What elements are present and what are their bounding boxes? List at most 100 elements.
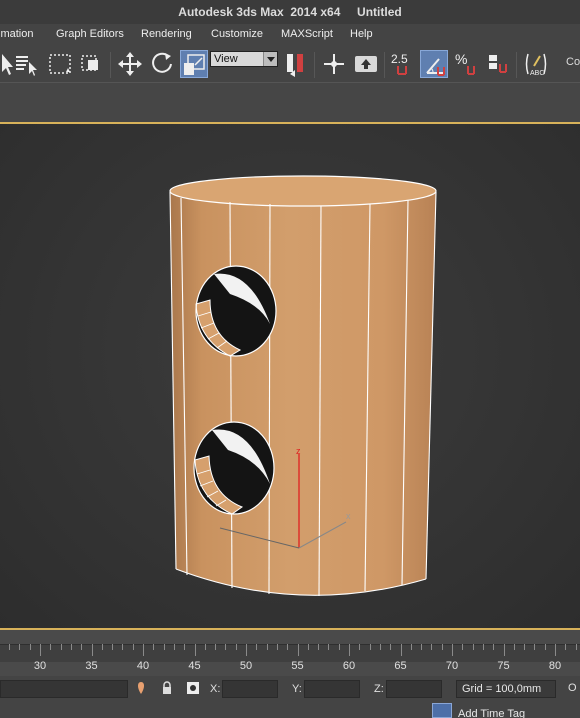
timeline-tick bbox=[390, 644, 392, 650]
time-tag-icon[interactable] bbox=[432, 703, 452, 718]
reference-coordinate-value: View bbox=[214, 53, 238, 65]
select-by-name-icon[interactable] bbox=[14, 50, 42, 78]
rectangular-selection-icon[interactable] bbox=[46, 50, 74, 78]
timeline-tick bbox=[184, 644, 186, 650]
y-coordinate-field[interactable] bbox=[304, 680, 360, 698]
rotate-icon[interactable] bbox=[148, 50, 176, 78]
cylinder-object[interactable] bbox=[169, 175, 437, 597]
z-label: Z: bbox=[374, 683, 384, 695]
menu-help[interactable]: Help bbox=[350, 24, 373, 44]
timeline-tick bbox=[472, 644, 474, 650]
chevron-down-icon[interactable] bbox=[263, 52, 277, 66]
grid-spacing: Grid = 100,0mm bbox=[456, 680, 556, 698]
timeline-tick bbox=[29, 644, 31, 650]
timeline-tick bbox=[338, 644, 340, 650]
timeline-tick bbox=[410, 644, 412, 650]
z-coordinate-field[interactable] bbox=[386, 680, 442, 698]
timeline-tick bbox=[122, 644, 124, 650]
upper-hole bbox=[195, 265, 277, 357]
timeline-tick bbox=[400, 644, 402, 656]
snaps-toggle-icon[interactable]: 2.5 bbox=[388, 50, 416, 78]
x-label: X: bbox=[210, 683, 221, 695]
absolute-mode-transform-icon[interactable] bbox=[186, 681, 200, 695]
timeline-tick bbox=[40, 644, 41, 656]
menu-rendering[interactable]: Rendering bbox=[141, 24, 192, 44]
timeline-tick bbox=[524, 644, 526, 650]
status-bar: X: Y: Z: Grid = 100,0mm O Add Time Tag bbox=[0, 676, 580, 718]
timeline-tick bbox=[297, 644, 299, 656]
timeline-tick bbox=[143, 644, 144, 656]
select-manipulate-icon[interactable] bbox=[320, 50, 348, 78]
timeline-tick bbox=[50, 644, 52, 650]
axis-x-label: x bbox=[346, 511, 351, 521]
timeline-tick bbox=[70, 644, 72, 650]
edit-named-selection-icon[interactable]: ABC bbox=[522, 50, 550, 78]
timeline-tick bbox=[307, 644, 309, 650]
window-crossing-icon[interactable] bbox=[78, 50, 106, 78]
timeline-tick bbox=[246, 644, 247, 656]
perspective-viewport[interactable]: z x bbox=[0, 122, 580, 630]
spinner-snap-icon[interactable] bbox=[484, 50, 512, 78]
timeline-tick bbox=[112, 644, 114, 650]
reference-coordinate-dropdown[interactable]: View bbox=[210, 51, 278, 67]
angle-snap-icon[interactable] bbox=[420, 50, 448, 78]
timeline-tick bbox=[287, 644, 289, 650]
timeline[interactable]: 30 35 40 45 50 55 60 65 70 75 80 bbox=[0, 630, 580, 676]
timeline-tick bbox=[266, 644, 268, 650]
timeline-tick bbox=[328, 644, 330, 650]
status-clipped-label: O bbox=[568, 682, 577, 694]
percent-snap-icon[interactable]: % bbox=[452, 50, 480, 78]
timeline-tick bbox=[493, 644, 495, 650]
toolbar-clipped-label: Co bbox=[566, 56, 580, 68]
timeline-tick bbox=[349, 644, 350, 656]
menu-customize[interactable]: Customize bbox=[211, 24, 263, 44]
timeline-tick-label: 70 bbox=[445, 660, 459, 672]
menu-bar: imation Graph Editors Rendering Customiz… bbox=[0, 24, 580, 44]
timeline-tick-label: 75 bbox=[497, 660, 510, 672]
timeline-tick bbox=[163, 644, 165, 650]
timeline-tick bbox=[132, 644, 134, 650]
timeline-tick bbox=[81, 644, 83, 650]
timeline-tick bbox=[101, 644, 103, 650]
timeline-tick bbox=[544, 644, 546, 650]
scale-icon[interactable] bbox=[180, 50, 208, 78]
timeline-tick bbox=[60, 644, 62, 650]
pivot-center-icon[interactable] bbox=[282, 50, 310, 78]
menu-animation[interactable]: imation bbox=[0, 24, 33, 44]
timeline-tick bbox=[534, 644, 536, 650]
timeline-tick-label: 60 bbox=[342, 660, 356, 672]
isolate-selection-icon[interactable] bbox=[134, 681, 148, 695]
timeline-tick bbox=[452, 644, 453, 656]
timeline-tick bbox=[503, 644, 505, 656]
x-coordinate-field[interactable] bbox=[222, 680, 278, 698]
timeline-tick bbox=[173, 644, 175, 650]
timeline-tick bbox=[318, 644, 320, 650]
timeline-tick bbox=[513, 644, 515, 650]
timeline-tick bbox=[359, 644, 361, 650]
add-time-tag[interactable]: Add Time Tag bbox=[458, 708, 558, 718]
timeline-tick bbox=[565, 644, 567, 650]
snaps-label: 2.5 bbox=[391, 52, 408, 66]
y-label: Y: bbox=[292, 683, 302, 695]
timeline-tick bbox=[194, 644, 196, 656]
menu-graph-editors[interactable]: Graph Editors bbox=[56, 24, 124, 44]
menu-maxscript[interactable]: MAXScript bbox=[281, 24, 333, 44]
keyboard-shortcut-override-icon[interactable] bbox=[352, 50, 380, 78]
timeline-tick-label: 50 bbox=[239, 660, 253, 672]
lock-icon[interactable] bbox=[160, 681, 174, 695]
timeline-tick-label: 80 bbox=[548, 660, 562, 672]
timeline-tick bbox=[575, 644, 577, 650]
timeline-tick-label: 40 bbox=[136, 660, 150, 672]
timeline-tick bbox=[379, 644, 381, 650]
timeline-tick bbox=[462, 644, 464, 650]
timeline-tick bbox=[215, 644, 217, 650]
timeline-tick-label: 35 bbox=[85, 660, 98, 672]
timeline-tick bbox=[482, 644, 484, 650]
timeline-tick-label: 65 bbox=[394, 660, 407, 672]
viewport-scene: z x bbox=[169, 175, 437, 597]
svg-text:ABC: ABC bbox=[530, 70, 544, 77]
timeline-tick bbox=[276, 644, 278, 650]
timeline-tick bbox=[225, 644, 227, 650]
timeline-tick bbox=[441, 644, 443, 650]
move-icon[interactable] bbox=[116, 50, 144, 78]
